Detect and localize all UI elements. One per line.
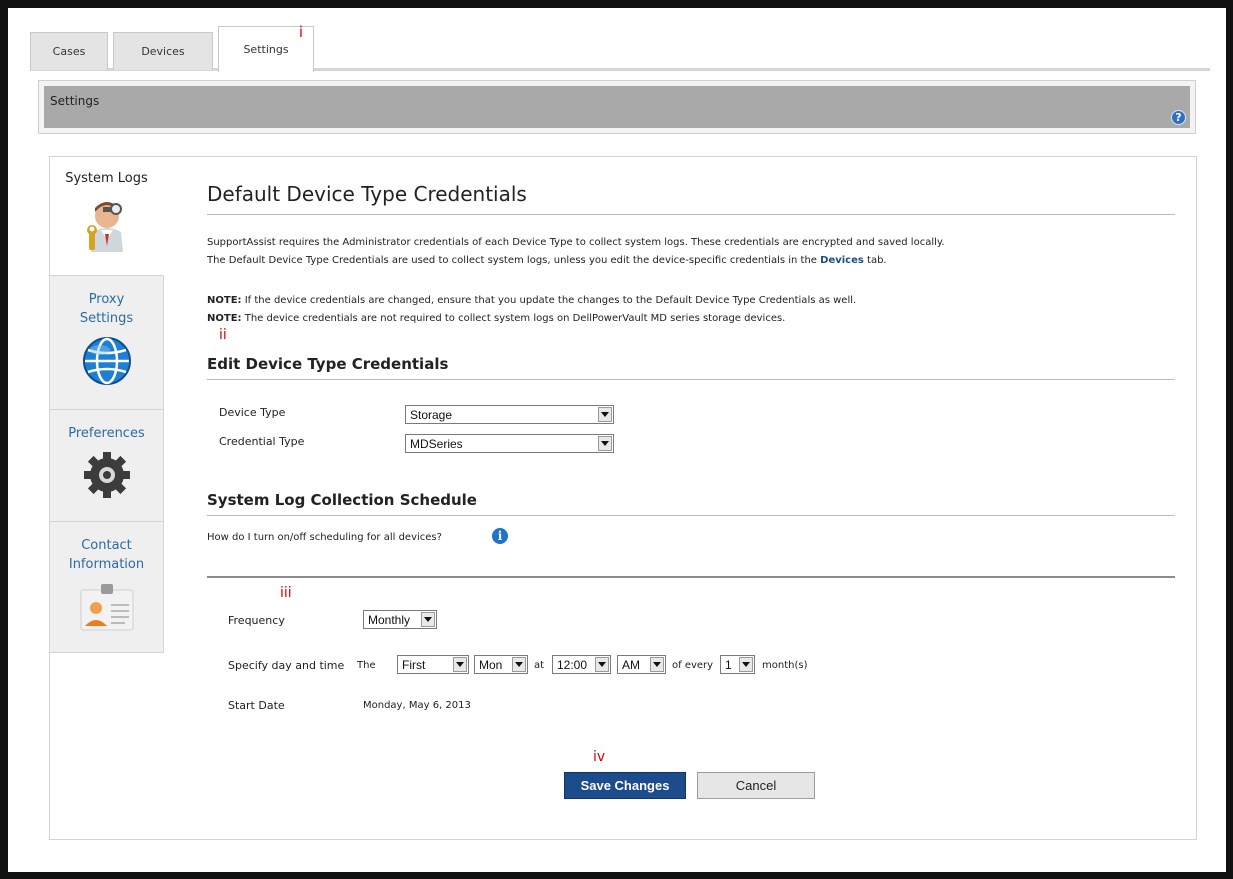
interval-value: 1: [725, 657, 732, 672]
cancel-button[interactable]: Cancel: [697, 772, 815, 799]
ampm-select[interactable]: AM: [617, 655, 666, 674]
chevron-down-icon: [739, 657, 753, 672]
device-type-label: Device Type: [219, 406, 286, 419]
sidebar-item-label: Preferences: [68, 426, 145, 441]
credential-type-label: Credential Type: [219, 435, 305, 448]
devices-link[interactable]: Devices: [820, 255, 864, 266]
tab-settings[interactable]: Settings i: [218, 23, 314, 72]
time-select[interactable]: 12:00: [552, 655, 611, 674]
ampm-value: AM: [622, 657, 640, 672]
tab-devices[interactable]: Devices: [113, 32, 213, 70]
day-value: Mon: [479, 657, 503, 672]
start-date-value: Monday, May 6, 2013: [363, 700, 471, 711]
edit-credentials-heading: Edit Device Type Credentials: [207, 355, 1175, 380]
note-1-label: NOTE:: [207, 295, 242, 306]
at-text: at: [534, 660, 545, 671]
sidebar-item-label-line2: Settings: [79, 311, 134, 326]
question-icon[interactable]: ?: [1171, 110, 1186, 125]
settings-sidebar: System Logs Proxy Settings Preferences C…: [50, 157, 164, 653]
technician-icon: [50, 196, 163, 252]
chevron-down-icon: [453, 657, 467, 672]
tab-cases-label: Cases: [52, 45, 86, 58]
save-button[interactable]: Save Changes: [564, 772, 686, 799]
intro-line-1: SupportAssist requires the Administrator…: [207, 237, 945, 248]
section-divider: [207, 576, 1175, 578]
schedule-heading: System Log Collection Schedule: [207, 491, 1175, 516]
tab-cases[interactable]: Cases: [30, 32, 108, 70]
top-tab-bar: Cases Devices Settings i: [30, 23, 1210, 72]
note-1-text: If the device credentials are changed, e…: [241, 295, 857, 306]
note-2-label: NOTE:: [207, 313, 242, 324]
sidebar-item-label-line1: Contact: [81, 538, 132, 553]
gear-icon: [50, 451, 163, 499]
annotation-i: i: [298, 23, 303, 41]
sidebar-item-label-line1: Proxy: [88, 292, 125, 307]
intro-line-2-end: tab.: [863, 255, 887, 266]
note-1: NOTE: If the device credentials are chan…: [207, 292, 1175, 310]
device-type-select[interactable]: Storage: [405, 405, 614, 424]
sidebar-item-proxy-settings[interactable]: Proxy Settings: [50, 276, 164, 410]
annotation-iii: iii: [280, 585, 292, 601]
intro-paragraph: SupportAssist requires the Administrator…: [207, 234, 1175, 270]
chevron-down-icon: [598, 436, 612, 451]
tab-settings-label: Settings: [243, 43, 289, 56]
day-select[interactable]: Mon: [474, 655, 528, 674]
week-value: First: [402, 657, 426, 672]
note-2-text: The device credentials are not required …: [241, 313, 786, 324]
start-date-label: Start Date: [228, 699, 285, 712]
week-select[interactable]: First: [397, 655, 469, 674]
settings-header-bar: Settings ?: [44, 86, 1190, 128]
time-value: 12:00: [557, 657, 588, 672]
intro-line-2: The Default Device Type Credentials are …: [207, 252, 1175, 270]
globe-icon: [50, 336, 163, 386]
sidebar-item-preferences[interactable]: Preferences: [50, 410, 164, 522]
info-icon[interactable]: i: [492, 528, 508, 544]
sidebar-item-label-line2: Information: [68, 557, 145, 572]
settings-panel: System Logs Proxy Settings Preferences C…: [49, 156, 1197, 840]
frequency-label: Frequency: [228, 614, 285, 627]
sidebar-item-label: System Logs: [65, 171, 148, 186]
schedule-help-text: How do I turn on/off scheduling for all …: [207, 532, 442, 543]
interval-select[interactable]: 1: [720, 655, 755, 674]
day-time-label: Specify day and time: [228, 659, 345, 672]
tab-devices-label: Devices: [141, 45, 185, 58]
intro-line-2-text: The Default Device Type Credentials are …: [207, 255, 821, 266]
the-text: The: [357, 660, 376, 671]
section-title: Default Device Type Credentials: [207, 182, 1175, 215]
chevron-down-icon: [595, 657, 609, 672]
settings-header: Settings ?: [38, 80, 1196, 134]
page-title: Settings: [50, 94, 100, 108]
contact-card-icon: [50, 582, 163, 632]
annotation-iv: iv: [593, 749, 606, 765]
note-2: NOTE: The device credentials are not req…: [207, 310, 1175, 328]
notes: NOTE: If the device credentials are chan…: [207, 292, 1175, 328]
device-type-value: Storage: [410, 407, 453, 422]
chevron-down-icon: [421, 612, 435, 627]
chevron-down-icon: [650, 657, 664, 672]
frequency-select[interactable]: Monthly: [363, 610, 437, 629]
sidebar-item-contact-information[interactable]: Contact Information: [50, 522, 164, 653]
credential-type-select[interactable]: MDSeries: [405, 434, 614, 453]
credential-type-value: MDSeries: [410, 436, 463, 451]
of-every-text: of every: [672, 660, 714, 671]
chevron-down-icon: [512, 657, 526, 672]
chevron-down-icon: [598, 407, 612, 422]
frequency-value: Monthly: [368, 612, 411, 627]
annotation-ii: ii: [219, 327, 227, 343]
months-text: month(s): [762, 660, 808, 671]
sidebar-item-system-logs[interactable]: System Logs: [50, 157, 164, 276]
